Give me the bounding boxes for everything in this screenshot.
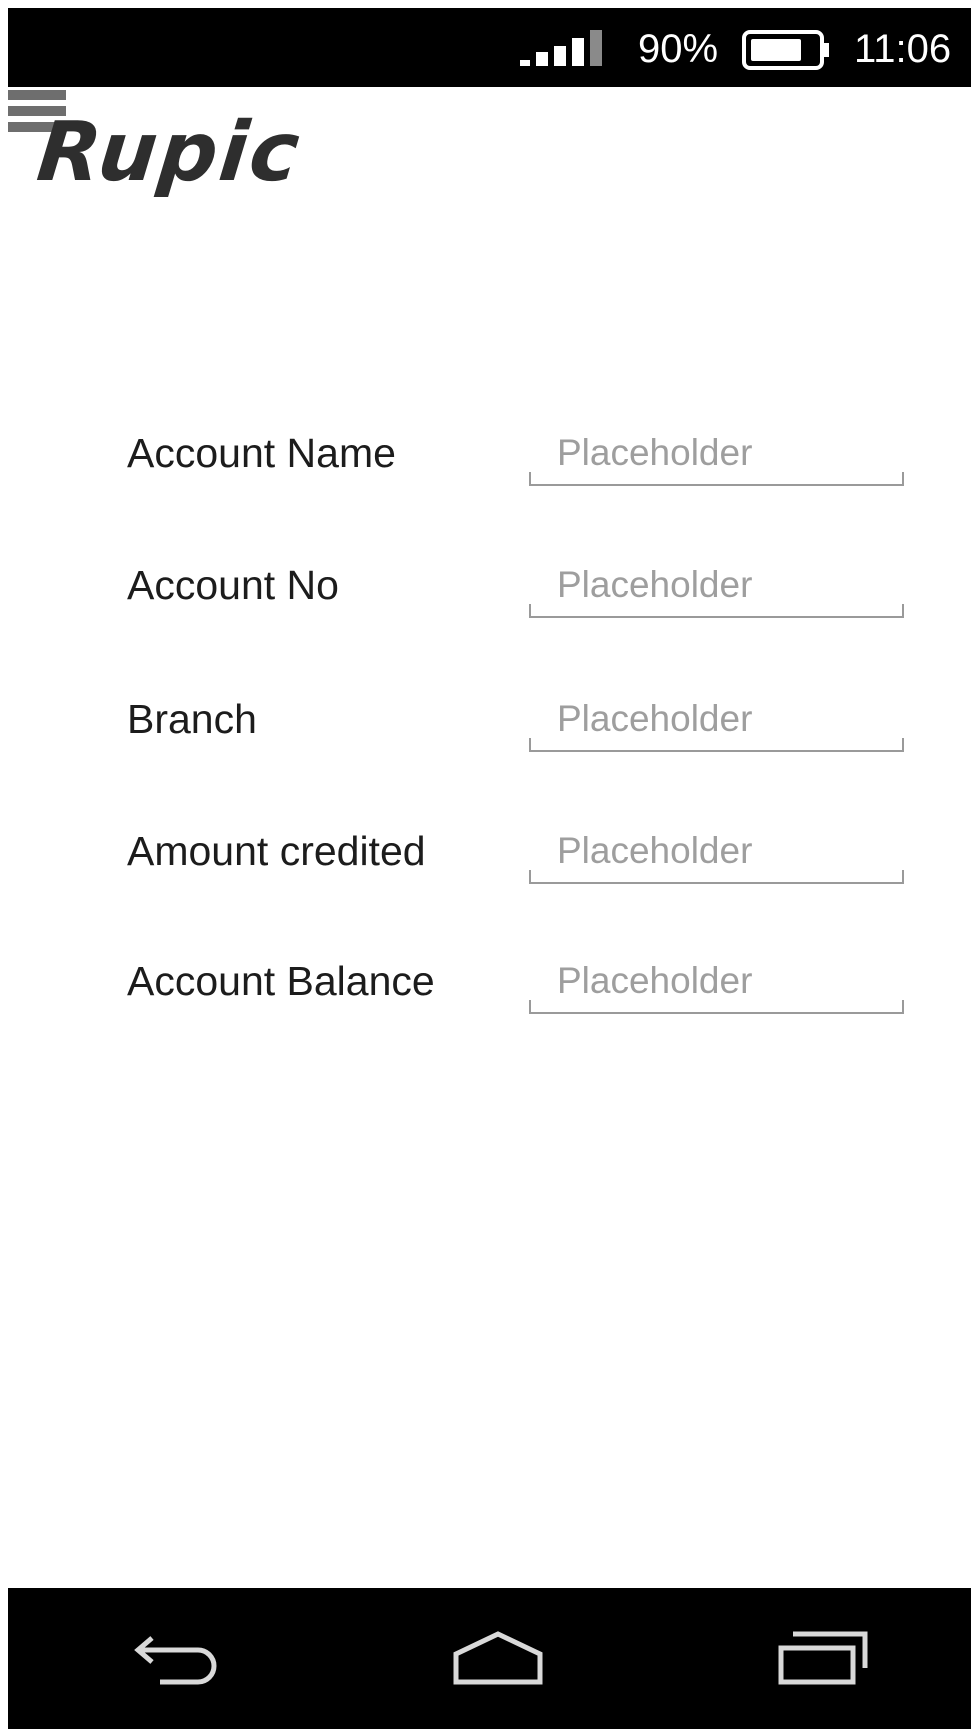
amount-credited-label: Amount credited xyxy=(127,828,426,874)
account-balance-input[interactable] xyxy=(529,952,904,1010)
form-row-amount-credited: Amount credited xyxy=(127,822,907,896)
home-button[interactable] xyxy=(443,1618,553,1698)
branch-input[interactable] xyxy=(529,690,904,748)
account-form: Account Name Account No Branch Amount cr… xyxy=(8,8,971,1729)
account-balance-label: Account Balance xyxy=(127,958,435,1004)
account-no-label: Account No xyxy=(127,562,339,608)
form-row-account-balance: Account Balance xyxy=(127,952,907,1026)
recents-icon xyxy=(778,1631,868,1685)
form-row-account-name: Account Name xyxy=(127,424,907,498)
form-row-branch: Branch xyxy=(127,690,907,764)
amount-credited-input[interactable] xyxy=(529,822,904,880)
back-button[interactable] xyxy=(123,1618,233,1698)
form-row-account-no: Account No xyxy=(127,556,907,630)
navigation-bar xyxy=(8,1588,971,1729)
home-icon xyxy=(453,1631,543,1685)
account-name-input[interactable] xyxy=(529,424,904,482)
account-name-label: Account Name xyxy=(127,430,396,476)
recents-button[interactable] xyxy=(768,1618,878,1698)
branch-label: Branch xyxy=(127,696,257,742)
back-icon xyxy=(134,1636,217,1685)
app-screen: 90% 11:06 Rupic Account Name Account No xyxy=(8,8,971,1729)
account-no-input[interactable] xyxy=(529,556,904,614)
